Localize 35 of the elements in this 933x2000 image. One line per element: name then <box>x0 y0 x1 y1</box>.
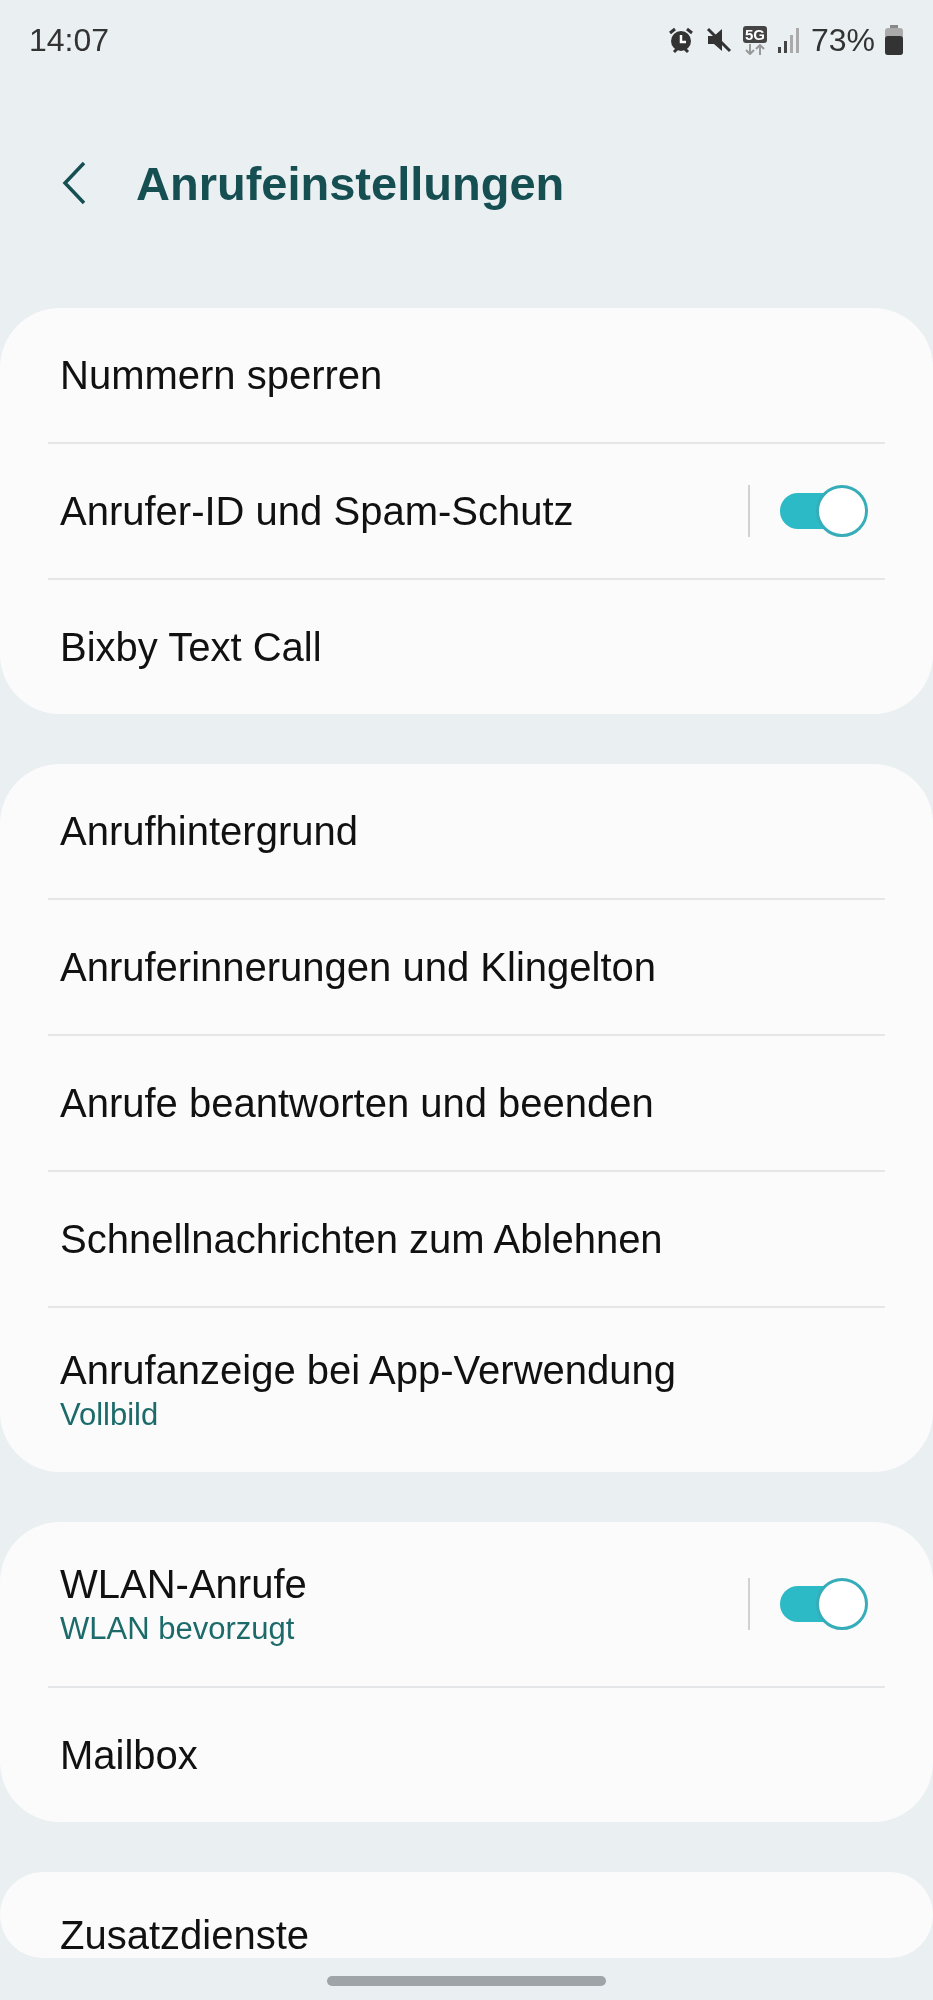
clock-time: 14:07 <box>29 21 110 59</box>
toggle-switch[interactable] <box>780 485 868 537</box>
toggle-switch[interactable] <box>780 1578 868 1630</box>
settings-item[interactable]: Nummern sperren <box>0 308 933 442</box>
settings-item[interactable]: Anrufhintergrund <box>0 764 933 898</box>
item-label: Anrufanzeige bei App-Verwendung <box>60 1347 676 1393</box>
data-arrows-icon <box>742 43 767 55</box>
network-type: 5G <box>742 25 767 43</box>
item-label: WLAN-Anrufe <box>60 1561 307 1607</box>
item-label: Bixby Text Call <box>60 624 322 670</box>
item-summary: Vollbild <box>60 1397 159 1433</box>
item-label: Mailbox <box>60 1732 198 1778</box>
item-label: Anrufer-ID und Spam-Schutz <box>60 488 574 534</box>
item-label: Nummern sperren <box>60 352 383 398</box>
settings-item[interactable]: Schnellnachrichten zum Ablehnen <box>0 1172 933 1306</box>
battery-percent: 73% <box>810 21 875 59</box>
item-summary: WLAN bevorzugt <box>60 1611 295 1647</box>
signal-icon <box>776 27 801 53</box>
settings-item[interactable]: Anrufe beantworten und beenden <box>0 1036 933 1170</box>
item-label: Zusatzdienste <box>60 1912 310 1958</box>
item-label: Anrufhintergrund <box>60 808 358 854</box>
settings-item[interactable]: Anrufer-ID und Spam-Schutz <box>0 444 933 578</box>
settings-item[interactable]: Zusatzdienste <box>0 1872 933 1958</box>
settings-item[interactable]: Anruferinnerungen und Klingelton <box>0 900 933 1034</box>
settings-item[interactable]: Anrufanzeige bei App-Verwendung Vollbild <box>0 1308 933 1472</box>
item-label: Anruferinnerungen und Klingelton <box>60 944 656 990</box>
settings-item[interactable]: Mailbox <box>0 1688 933 1822</box>
settings-item[interactable]: Bixby Text Call <box>0 580 933 714</box>
battery-icon <box>885 25 903 55</box>
mute-icon <box>704 26 733 54</box>
page-title: Anrufeinstellungen <box>136 155 565 211</box>
item-label: Anrufe beantworten und beenden <box>60 1080 654 1126</box>
alarm-icon <box>666 26 695 54</box>
settings-item[interactable]: WLAN-Anrufe WLAN bevorzugt <box>0 1522 933 1686</box>
item-label: Schnellnachrichten zum Ablehnen <box>60 1216 663 1262</box>
